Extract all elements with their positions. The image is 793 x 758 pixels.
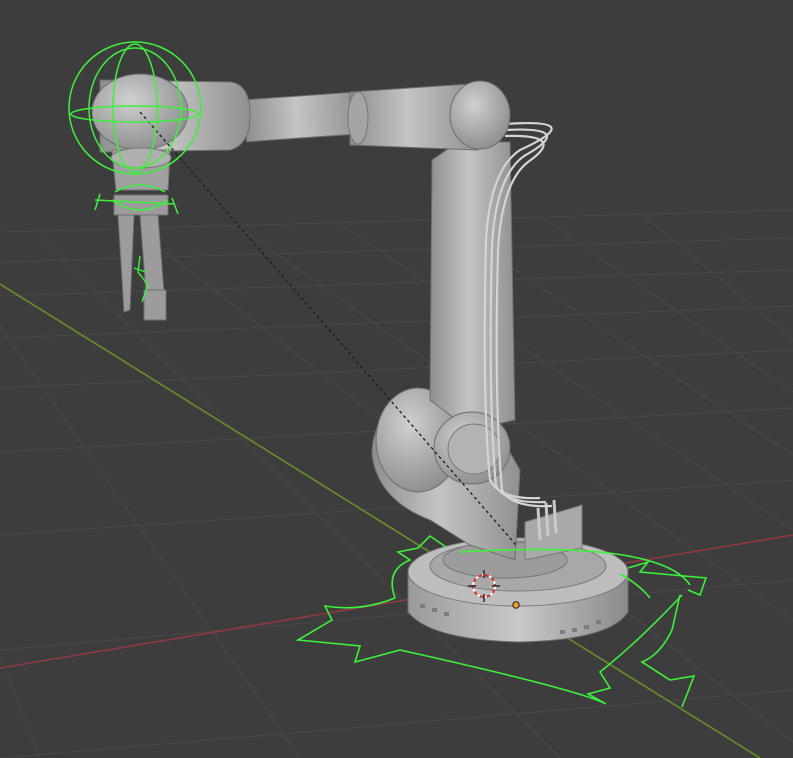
object-origin-icon[interactable]	[512, 601, 520, 609]
viewport-canvas[interactable]	[0, 0, 793, 758]
3d-viewport[interactable]	[0, 0, 793, 758]
robot-wrist[interactable]	[91, 73, 251, 191]
y-axis-line	[0, 283, 761, 758]
x-axis-line	[0, 534, 793, 669]
robot-upper-arm[interactable]	[243, 80, 511, 151]
